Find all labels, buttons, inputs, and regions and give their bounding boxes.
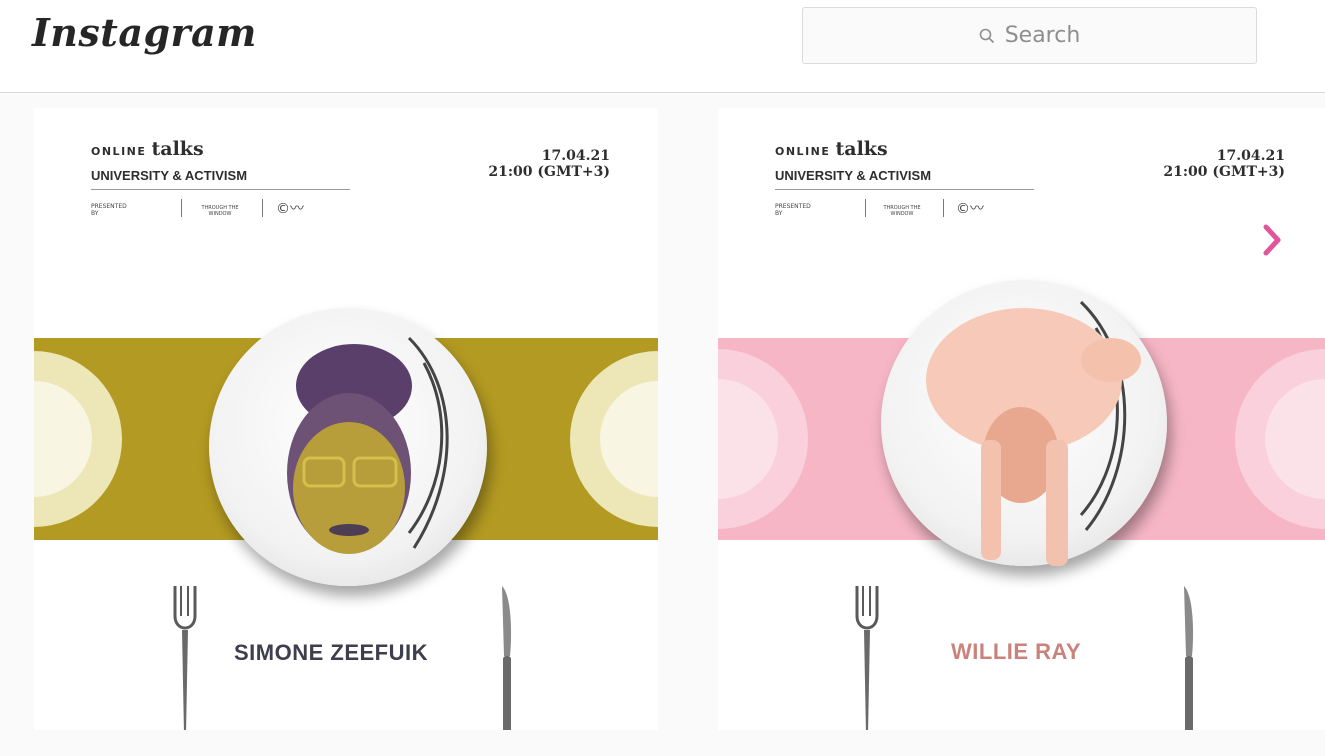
partner-logo: THROUGH THE WINDOW	[201, 205, 239, 217]
separator	[943, 199, 944, 217]
presented-by-label: PRESENTED BY	[91, 203, 127, 217]
fork-icon	[855, 586, 879, 730]
separator	[865, 199, 866, 217]
plate-image	[209, 308, 487, 586]
event-subtitle: UNIVERSITY & ACTIVISM	[91, 168, 248, 183]
copyright-logo-icon: ©〰	[276, 201, 304, 217]
event-series-title: ONLINE talks	[91, 138, 204, 160]
plate-image	[881, 280, 1167, 566]
event-date: 17.04.21 21:00 (GMT+3)	[488, 148, 610, 180]
speaker-portrait	[926, 300, 1141, 566]
knife-icon	[1184, 586, 1194, 730]
chevron-right-icon[interactable]	[1261, 222, 1285, 258]
post-card-willie[interactable]: ONLINE talks UNIVERSITY & ACTIVISM PRESE…	[718, 108, 1325, 730]
event-date: 17.04.21 21:00 (GMT+3)	[1163, 148, 1285, 180]
speaker-name: WILLIE RAY	[951, 639, 1082, 664]
separator	[181, 199, 182, 217]
search-icon	[979, 28, 994, 43]
divider	[91, 189, 350, 190]
divider	[775, 189, 1034, 190]
search-input[interactable]: Search	[802, 7, 1257, 64]
instagram-logo[interactable]: Instagram	[32, 10, 257, 55]
partner-logo: THROUGH THE WINDOW	[883, 205, 921, 217]
speaker-name: SIMONE ZEEFUIK	[234, 640, 429, 665]
separator	[262, 199, 263, 217]
speaker-portrait	[287, 336, 449, 554]
copyright-logo-icon: ©〰	[956, 201, 984, 217]
post-card-simone[interactable]: ONLINE talks UNIVERSITY & ACTIVISM PRESE…	[34, 108, 658, 730]
event-series-title: ONLINE talks	[775, 138, 888, 160]
knife-icon	[502, 586, 512, 730]
event-subtitle: UNIVERSITY & ACTIVISM	[775, 168, 932, 183]
presented-by-label: PRESENTED BY	[775, 203, 811, 217]
fork-icon	[173, 586, 197, 730]
search-placeholder: Search	[1004, 23, 1081, 48]
top-bar: Instagram Search	[0, 0, 1325, 93]
